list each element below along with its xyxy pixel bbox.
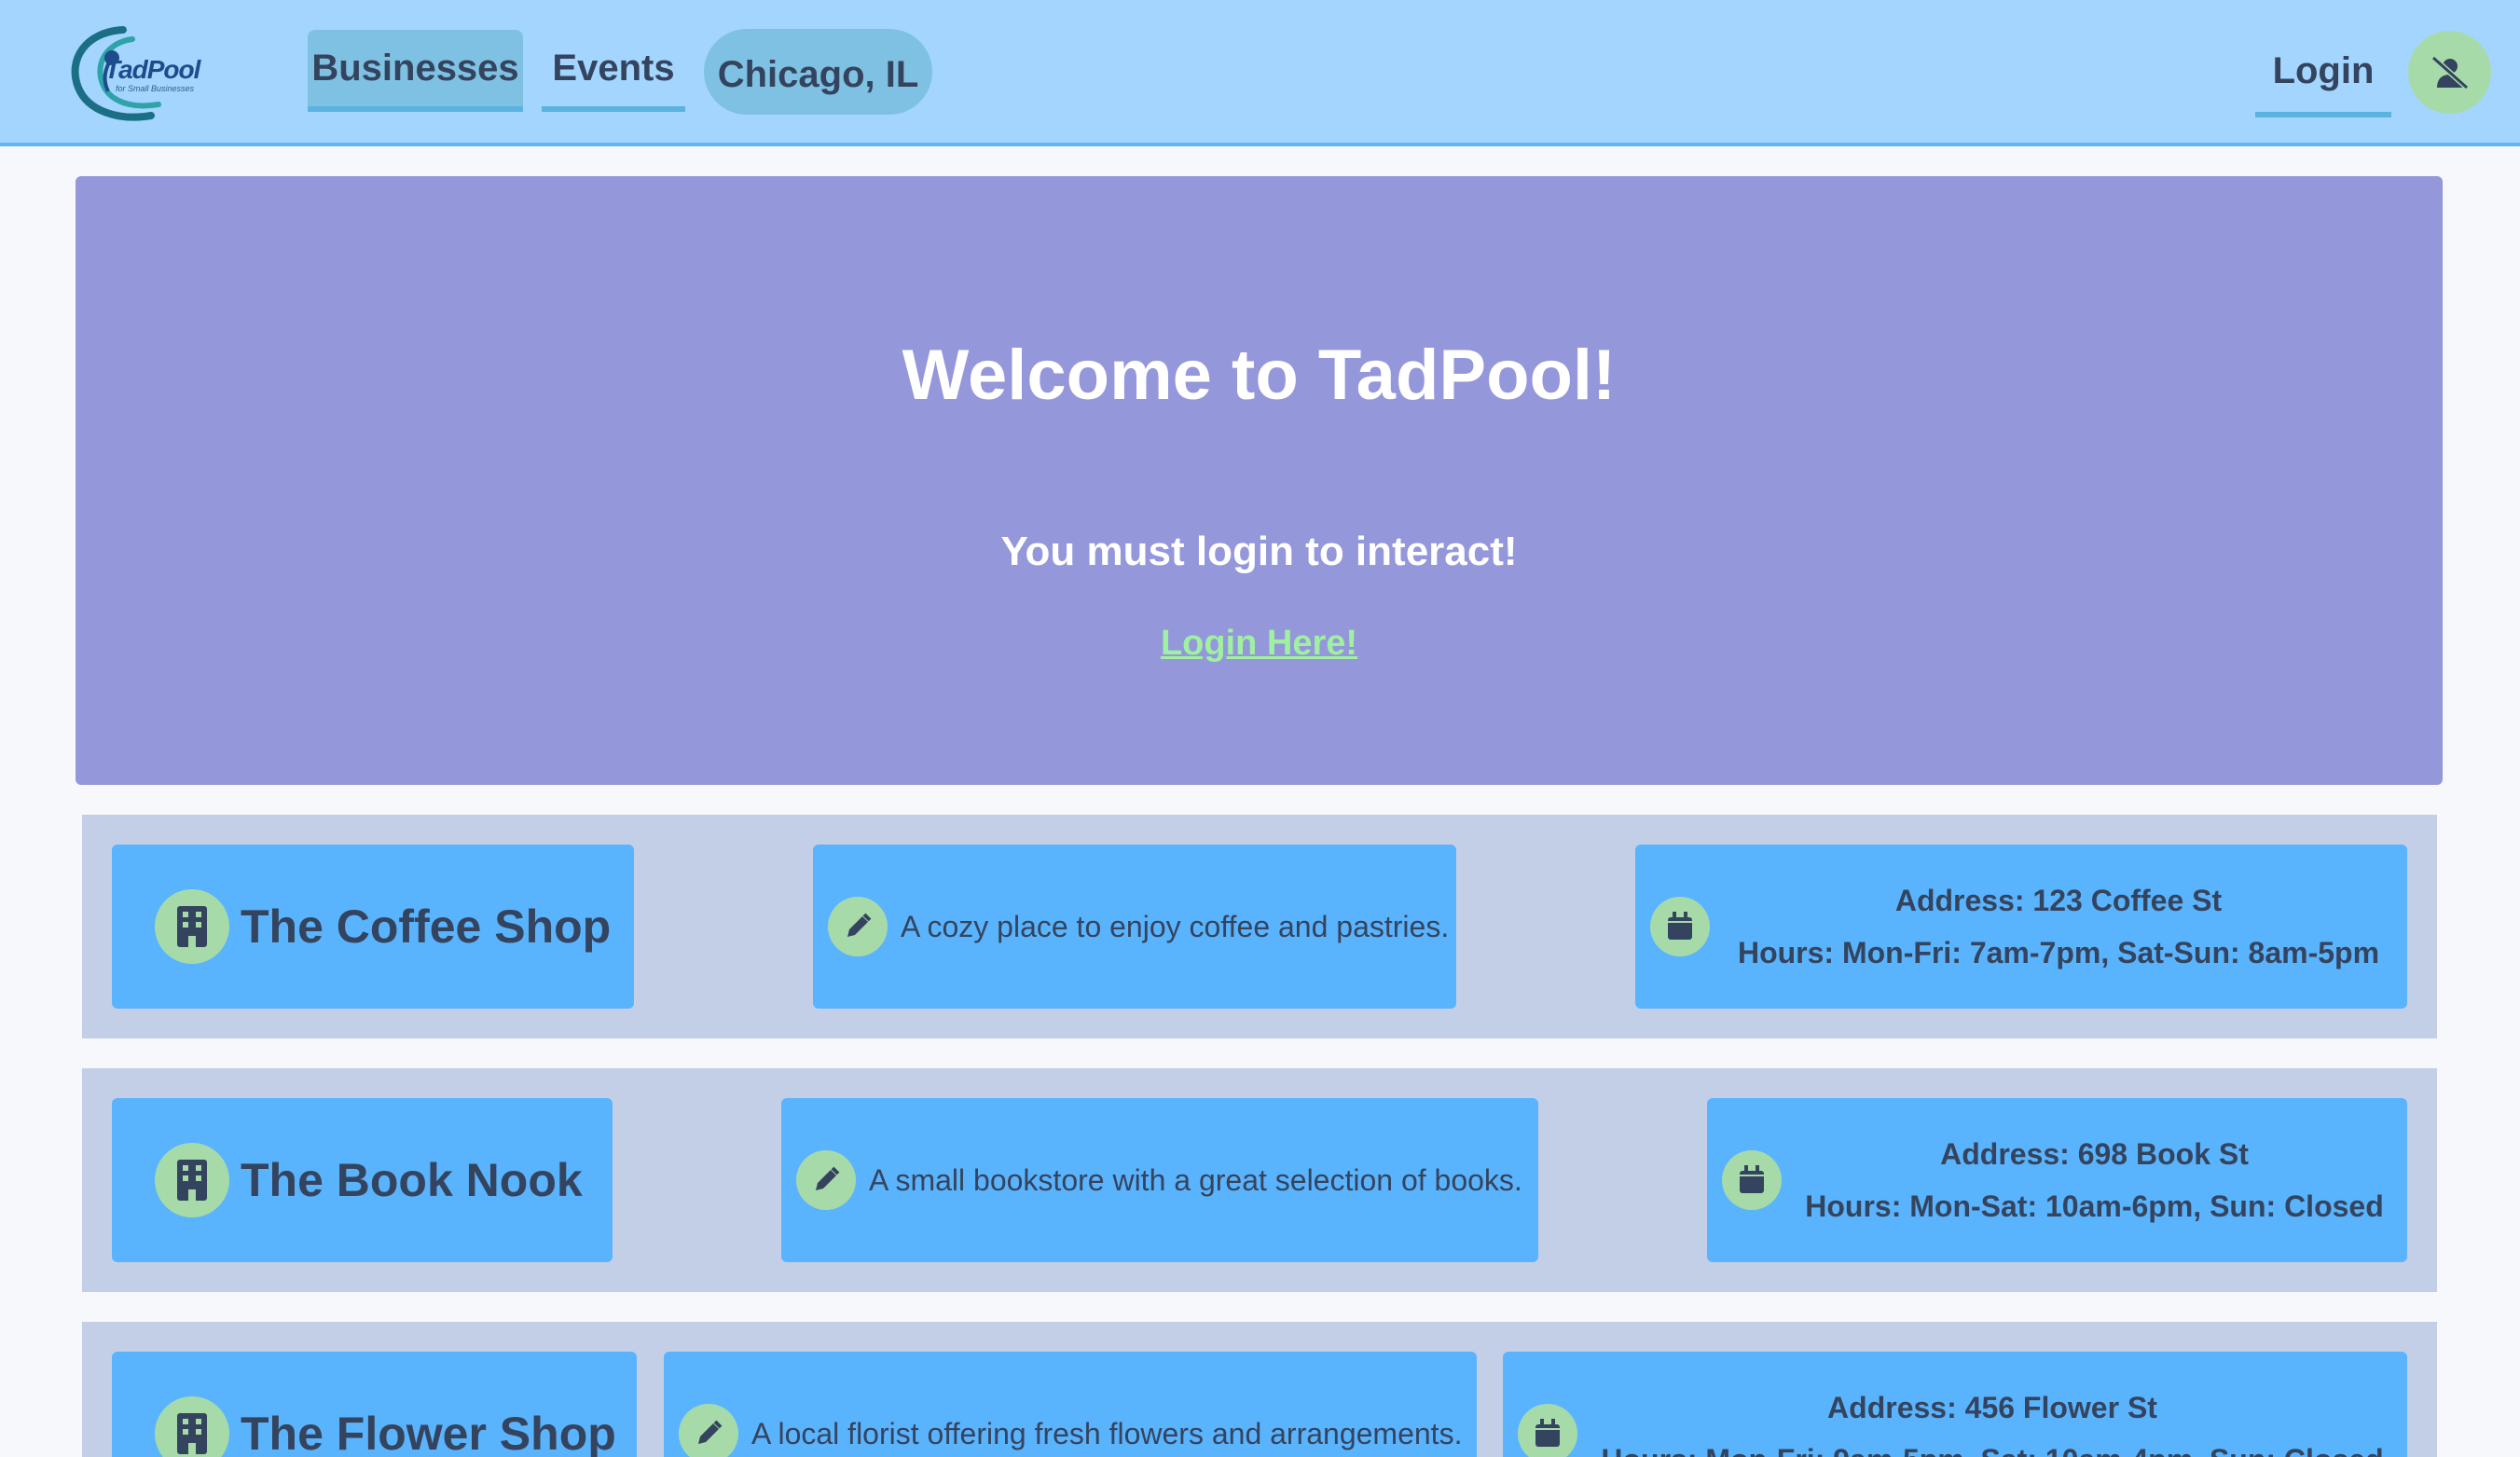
- login-button[interactable]: Login: [2255, 30, 2391, 117]
- business-hours: Hours: Mon-Sat: 10am-6pm, Sun: Closed: [1805, 1189, 2384, 1223]
- logo-subtext: for Small Businesses: [116, 84, 195, 93]
- location-selector[interactable]: Chicago, IL: [704, 29, 932, 115]
- welcome-title: Welcome to TadPool!: [902, 336, 1617, 415]
- business-name: The Book Nook: [241, 1154, 583, 1206]
- business-address: Address: 698 Book St: [1940, 1137, 2249, 1171]
- pencil-icon: [828, 897, 888, 956]
- business-info-card: Address: 123 Coffee St Hours: Mon-Fri: 7…: [1635, 845, 2407, 1009]
- business-name-card[interactable]: The Coffee Shop: [112, 845, 634, 1009]
- login-required-message: You must login to interact!: [1000, 529, 1518, 574]
- business-hours: Hours: Mon-Fri: 7am-7pm, Sat-Sun: 8am-5p…: [1737, 936, 2380, 969]
- business-row: The Coffee Shop A cozy place to enjoy co…: [82, 815, 2437, 1038]
- business-description-card: A small bookstore with a great selection…: [781, 1098, 1538, 1262]
- business-description-card: A cozy place to enjoy coffee and pastrie…: [813, 845, 1456, 1009]
- business-description: A local florist offering fresh flowers a…: [751, 1416, 1463, 1450]
- business-name-card[interactable]: The Book Nook: [112, 1098, 613, 1262]
- building-icon: [155, 1396, 229, 1457]
- user-slash-icon: [2430, 55, 2469, 89]
- pencil-icon: [679, 1404, 738, 1457]
- business-name: The Coffee Shop: [241, 900, 612, 953]
- business-address: Address: 123 Coffee St: [1894, 884, 2223, 917]
- business-info-card: Address: 456 Flower St Hours: Mon-Fri: 9…: [1503, 1352, 2407, 1457]
- top-navbar: TadPool for Small Businesses Businesses …: [0, 0, 2520, 146]
- business-row: The Book Nook A small bookstore with a g…: [82, 1068, 2437, 1292]
- business-description: A cozy place to enjoy coffee and pastrie…: [901, 909, 1450, 943]
- user-avatar-button[interactable]: [2408, 31, 2491, 114]
- calendar-icon: [1722, 1150, 1782, 1210]
- logo-text: TadPool: [104, 55, 200, 84]
- welcome-banner: Welcome to TadPool! You must login to in…: [76, 176, 2443, 785]
- calendar-icon: [1518, 1404, 1577, 1457]
- tadpool-logo[interactable]: TadPool for Small Businesses: [67, 22, 207, 121]
- business-address: Address: 456 Flower St: [1827, 1391, 2157, 1424]
- business-description: A small bookstore with a great selection…: [869, 1162, 1522, 1197]
- nav-events[interactable]: Events: [542, 30, 685, 112]
- calendar-icon: [1650, 897, 1710, 956]
- building-icon: [155, 889, 229, 964]
- business-name-card[interactable]: The Flower Shop: [112, 1352, 637, 1457]
- pencil-icon: [796, 1150, 856, 1210]
- business-info-card: Address: 698 Book St Hours: Mon-Sat: 10a…: [1707, 1098, 2407, 1262]
- login-here-link[interactable]: Login Here!: [76, 624, 2443, 664]
- business-name: The Flower Shop: [241, 1408, 616, 1457]
- business-hours: Hours: Mon-Fri: 9am-5pm, Sat: 10am-4pm, …: [1577, 1434, 2407, 1457]
- building-icon: [155, 1143, 229, 1217]
- business-description-card: A local florist offering fresh flowers a…: [664, 1352, 1477, 1457]
- business-row: The Flower Shop A local florist offering…: [82, 1322, 2437, 1457]
- nav-businesses[interactable]: Businesses: [308, 30, 523, 112]
